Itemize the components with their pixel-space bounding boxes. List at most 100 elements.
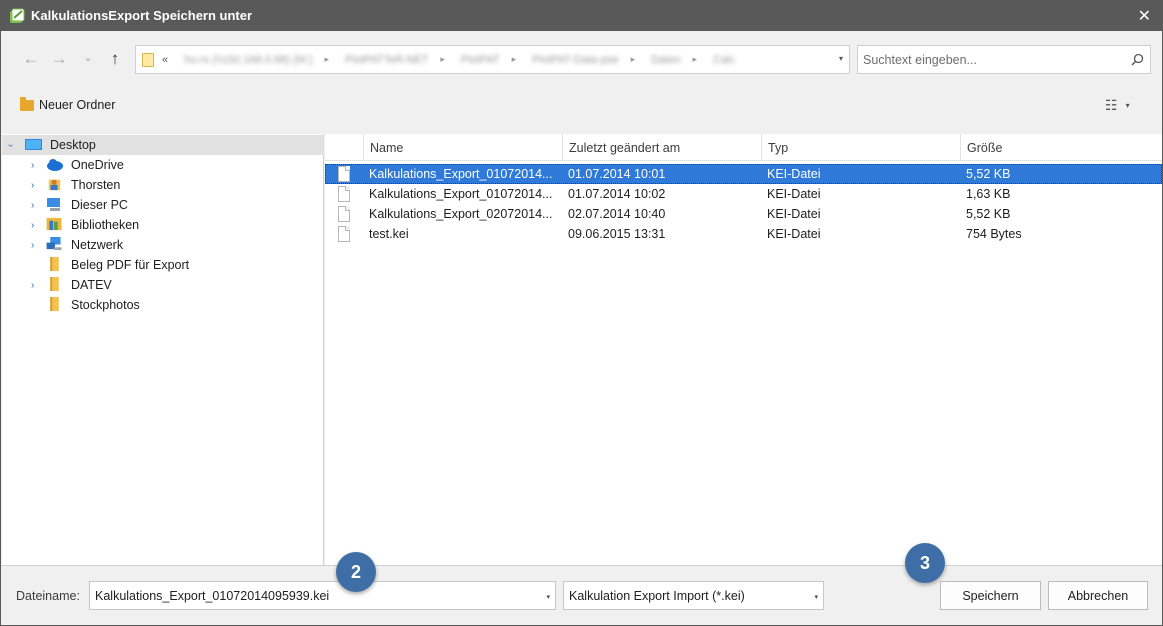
computer-icon bbox=[47, 198, 60, 211]
chevron-right-icon[interactable]: › bbox=[31, 280, 34, 291]
step-badge-3: 3 bbox=[905, 543, 945, 583]
forward-arrow-icon[interactable]: → bbox=[48, 48, 70, 70]
file-name: Kalkulations_Export_01072014... bbox=[369, 167, 553, 181]
column-header-size[interactable]: Größe bbox=[960, 134, 1162, 161]
file-size: 1,63 KB bbox=[966, 187, 1011, 201]
command-toolbar: Neuer Ordner ☷ ▾ bbox=[1, 89, 1162, 135]
tree-item-label: OneDrive bbox=[71, 158, 124, 172]
column-header-row: Name Zuletzt geändert am Typ Größe bbox=[325, 134, 1162, 161]
onedrive-cloud-icon bbox=[47, 159, 63, 171]
breadcrumb-item[interactable]: PlotPATTeR.NET bbox=[345, 54, 428, 66]
chevron-right-icon[interactable]: › bbox=[31, 240, 34, 251]
tree-item-label: Stockphotos bbox=[71, 298, 140, 312]
chevron-expanded-icon[interactable]: › bbox=[5, 143, 16, 146]
save-button[interactable]: Speichern bbox=[940, 581, 1041, 610]
address-dropdown-icon[interactable]: ▾ bbox=[839, 54, 843, 63]
filetype-select[interactable]: Kalkulation Export Import (*.kei) ▾ bbox=[563, 581, 824, 610]
tree-item-label: Desktop bbox=[50, 138, 96, 152]
tree-item-bibliotheken[interactable]: › Bibliotheken bbox=[2, 215, 324, 235]
search-input[interactable] bbox=[858, 52, 1118, 67]
filename-combobox[interactable]: ▾ bbox=[89, 581, 556, 610]
breadcrumb-item[interactable]: Daten bbox=[651, 54, 680, 66]
file-list[interactable]: Name Zuletzt geändert am Typ Größe Kalku… bbox=[325, 134, 1162, 565]
recent-locations-chevron-icon[interactable]: ⌄ bbox=[77, 46, 99, 68]
chevron-right-icon[interactable]: › bbox=[31, 220, 34, 231]
file-modified: 02.07.2014 10:40 bbox=[568, 207, 666, 221]
column-header-type[interactable]: Typ bbox=[761, 134, 960, 161]
folder-icon bbox=[50, 297, 59, 311]
up-arrow-icon[interactable]: ↑ bbox=[104, 48, 126, 70]
tree-item-datev[interactable]: › DATEV bbox=[2, 275, 324, 295]
new-folder-label: Neuer Ordner bbox=[39, 98, 116, 112]
navigation-pane[interactable]: › Desktop › OneDrive › Thorsten › Dieser… bbox=[2, 134, 324, 565]
tree-item-onedrive[interactable]: › OneDrive bbox=[2, 155, 324, 175]
filename-input[interactable] bbox=[95, 588, 525, 603]
breadcrumb-item[interactable]: PlotPAT-Data-pse bbox=[532, 54, 618, 66]
tree-item-label: DATEV bbox=[71, 278, 112, 292]
tree-item-desktop[interactable]: › Desktop bbox=[2, 135, 324, 155]
details-view-icon: ☷ bbox=[1105, 97, 1118, 113]
file-row[interactable]: Kalkulations_Export_02072014... 02.07.20… bbox=[325, 204, 1162, 224]
column-header-modified[interactable]: Zuletzt geändert am bbox=[562, 134, 761, 161]
cancel-button[interactable]: Abbrechen bbox=[1048, 581, 1148, 610]
document-icon bbox=[338, 186, 350, 202]
new-folder-button[interactable]: Neuer Ordner bbox=[20, 96, 116, 112]
close-icon[interactable]: ✕ bbox=[1138, 6, 1151, 26]
window-title: KalkulationsExport Speichern unter bbox=[31, 8, 253, 23]
file-row[interactable]: test.kei 09.06.2015 13:31 KEI-Datei 754 … bbox=[325, 224, 1162, 244]
step-badge-2: 2 bbox=[336, 552, 376, 592]
file-modified: 09.06.2015 13:31 bbox=[568, 227, 666, 241]
chevron-right-icon[interactable]: › bbox=[31, 200, 34, 211]
search-box[interactable] bbox=[857, 45, 1151, 74]
tree-item-dieser-pc[interactable]: › Dieser PC bbox=[2, 195, 324, 215]
tree-item-label: Bibliotheken bbox=[71, 218, 140, 232]
tree-item-netzwerk[interactable]: › Netzwerk bbox=[2, 235, 324, 255]
user-folder-icon bbox=[48, 179, 61, 191]
address-bar[interactable]: « hu-rs (\\192.168.0.88) (M:) ▸ PlotPATT… bbox=[135, 45, 850, 74]
desktop-icon bbox=[25, 139, 42, 150]
breadcrumb-separator-icon: ▸ bbox=[630, 54, 636, 64]
breadcrumb-item[interactable]: PlotPAT bbox=[461, 54, 500, 66]
file-name: test.kei bbox=[369, 227, 409, 241]
network-icon bbox=[46, 237, 62, 251]
document-icon bbox=[338, 206, 350, 222]
column-header-spacer bbox=[325, 134, 363, 161]
column-header-name[interactable]: Name bbox=[363, 134, 562, 161]
breadcrumb-item[interactable]: Calc bbox=[713, 54, 735, 66]
file-row[interactable]: Kalkulations_Export_01072014... 01.07.20… bbox=[325, 164, 1162, 184]
save-options-bar: Dateiname: ▾ Kalkulation Export Import (… bbox=[1, 565, 1162, 625]
file-type: KEI-Datei bbox=[767, 167, 821, 181]
filename-label: Dateiname: bbox=[16, 589, 80, 603]
breadcrumb-separator-icon: ▸ bbox=[692, 54, 697, 64]
tree-item-beleg-pdf[interactable]: Beleg PDF für Export bbox=[2, 255, 324, 275]
breadcrumb-separator-icon: ▸ bbox=[324, 54, 330, 64]
dialog-body: ← → ⌄ ↑ « hu-rs (\\192.168.0.88) (M:) ▸ … bbox=[0, 31, 1163, 626]
file-size: 754 Bytes bbox=[966, 227, 1022, 241]
file-type: KEI-Datei bbox=[767, 227, 821, 241]
chevron-down-icon[interactable]: ▾ bbox=[814, 593, 818, 601]
chevron-right-icon[interactable]: › bbox=[31, 160, 34, 171]
kalkulation-app-icon bbox=[10, 8, 25, 23]
file-size: 5,52 KB bbox=[966, 207, 1011, 221]
tree-item-label: Dieser PC bbox=[71, 198, 128, 212]
file-size: 5,52 KB bbox=[966, 167, 1011, 181]
address-overflow-chevron[interactable]: « bbox=[162, 54, 168, 66]
back-arrow-icon[interactable]: ← bbox=[20, 48, 42, 70]
chevron-down-icon[interactable]: ▾ bbox=[546, 593, 550, 601]
tree-item-label: Beleg PDF für Export bbox=[71, 258, 190, 272]
chevron-right-icon[interactable]: › bbox=[31, 180, 34, 191]
file-name: Kalkulations_Export_01072014... bbox=[369, 187, 553, 201]
title-bar: KalkulationsExport Speichern unter ✕ bbox=[0, 0, 1163, 31]
libraries-icon bbox=[46, 217, 62, 231]
breadcrumb-item[interactable]: hu-rs (\\192.168.0.88) (M:) bbox=[184, 54, 312, 66]
tree-item-label: Thorsten bbox=[71, 178, 121, 192]
tree-item-stockphotos[interactable]: Stockphotos bbox=[2, 295, 324, 315]
view-options-button[interactable]: ☷ ▾ bbox=[1105, 97, 1130, 114]
navigation-bar: ← → ⌄ ↑ « hu-rs (\\192.168.0.88) (M:) ▸ … bbox=[1, 31, 1162, 89]
folder-icon bbox=[50, 277, 59, 291]
tree-item-thorsten[interactable]: › Thorsten bbox=[2, 175, 324, 195]
search-icon[interactable] bbox=[1131, 53, 1144, 66]
file-row[interactable]: Kalkulations_Export_01072014... 01.07.20… bbox=[325, 184, 1162, 204]
folder-icon bbox=[50, 257, 59, 271]
file-name: Kalkulations_Export_02072014... bbox=[369, 207, 553, 221]
